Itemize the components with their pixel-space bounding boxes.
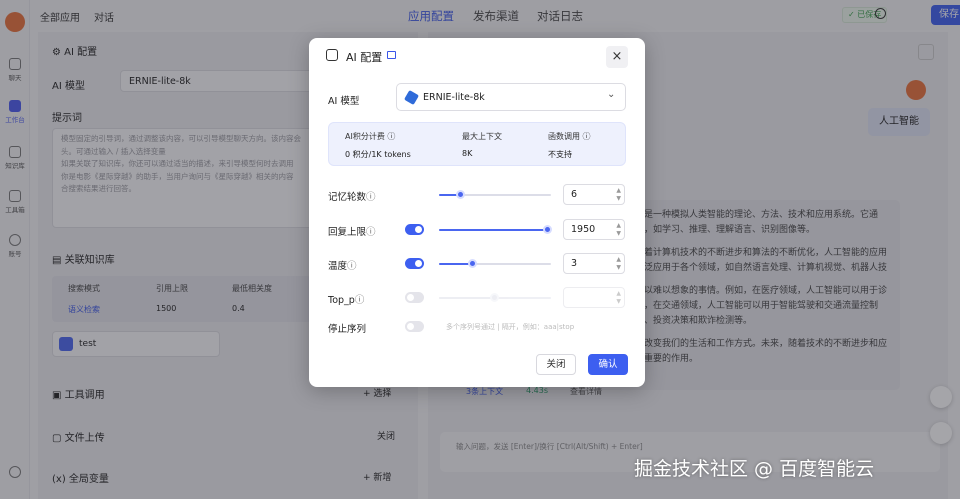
stop-seq-toggle[interactable] bbox=[405, 321, 424, 332]
param-label: 记忆轮数ⓘ bbox=[328, 189, 376, 203]
slider-fill bbox=[439, 229, 548, 231]
param-toggle[interactable] bbox=[405, 224, 424, 235]
info-value: 8K bbox=[462, 149, 473, 158]
chevron-down-icon: ⌄ bbox=[607, 89, 616, 100]
slider-thumb[interactable] bbox=[490, 293, 499, 302]
help-icon[interactable]: ⓘ bbox=[355, 295, 365, 306]
param-value: 1950 bbox=[571, 224, 596, 235]
book-icon[interactable] bbox=[387, 51, 396, 59]
close-icon[interactable]: × bbox=[606, 46, 628, 68]
param-number-input[interactable]: 1950 ▲ ▼ bbox=[563, 219, 625, 240]
modal-model-value: ERNIE-lite-8k bbox=[423, 92, 485, 103]
help-icon[interactable]: ⓘ bbox=[366, 192, 376, 203]
info-header: 函数调用 ⓘ bbox=[548, 131, 591, 142]
help-icon[interactable]: ⓘ bbox=[583, 132, 591, 141]
param-value: 6 bbox=[571, 189, 578, 200]
ai-config-modal: AI 配置 × AI 模型 ERNIE-lite-8k ⌄ AI积分计费 ⓘ 最… bbox=[309, 38, 645, 387]
stepper-icon[interactable]: ▲ ▼ bbox=[616, 222, 621, 238]
param-label-text: 记忆轮数 bbox=[328, 192, 367, 203]
help-icon[interactable]: ⓘ bbox=[366, 227, 376, 238]
param-label-text: 温度 bbox=[328, 261, 348, 272]
param-number-input[interactable]: ▲ ▼ bbox=[563, 287, 625, 308]
param-number-input[interactable]: 3 ▲ ▼ bbox=[563, 253, 625, 274]
stepper-icon[interactable]: ▲ ▼ bbox=[616, 256, 621, 272]
info-header-text: 函数调用 bbox=[548, 132, 580, 141]
param-label: Top_pⓘ bbox=[328, 292, 364, 306]
modal-model-label: AI 模型 bbox=[328, 96, 360, 107]
param-label: 温度ⓘ bbox=[328, 258, 357, 272]
confirm-button[interactable]: 确认 bbox=[588, 354, 628, 375]
cancel-button[interactable]: 关闭 bbox=[536, 354, 576, 375]
robot-icon bbox=[326, 49, 338, 61]
info-value: 不支持 bbox=[548, 150, 572, 159]
watermark: 掘金技术社区 @ 百度智能云 bbox=[634, 458, 875, 480]
info-value: 0 积分/1K tokens bbox=[345, 150, 411, 159]
param-slider[interactable] bbox=[439, 190, 551, 199]
param-slider[interactable] bbox=[439, 293, 551, 302]
modal-title: AI 配置 bbox=[346, 51, 383, 64]
param-toggle[interactable] bbox=[405, 258, 424, 269]
help-icon[interactable]: ⓘ bbox=[387, 132, 395, 141]
help-icon[interactable]: ⓘ bbox=[347, 261, 357, 272]
param-number-input[interactable]: 6 ▲ ▼ bbox=[563, 184, 625, 205]
stepper-icon[interactable]: ▲ ▼ bbox=[616, 290, 621, 306]
param-value: 3 bbox=[571, 258, 578, 269]
slider-thumb[interactable] bbox=[467, 259, 477, 268]
param-label-text: Top_p bbox=[328, 295, 355, 306]
model-info-card: AI积分计费 ⓘ 最大上下文 函数调用 ⓘ 0 积分/1K tokens 8K … bbox=[328, 122, 626, 166]
param-label-text: 回复上限 bbox=[328, 227, 367, 238]
param-toggle[interactable] bbox=[405, 292, 424, 303]
model-logo-icon bbox=[403, 89, 420, 106]
stepper-icon[interactable]: ▲ ▼ bbox=[616, 187, 621, 203]
info-header-text: AI积分计费 bbox=[345, 132, 385, 141]
param-slider[interactable] bbox=[439, 225, 552, 234]
stop-seq-label: 停止序列 bbox=[328, 324, 367, 335]
info-header: AI积分计费 ⓘ bbox=[345, 131, 395, 142]
slider-thumb[interactable] bbox=[456, 190, 466, 199]
param-label: 回复上限ⓘ bbox=[328, 224, 376, 238]
info-header: 最大上下文 bbox=[462, 132, 502, 141]
param-slider[interactable] bbox=[439, 259, 551, 268]
stop-seq-input[interactable]: 多个序列号通过 | 隔开，例如：aaa|stop bbox=[446, 322, 574, 332]
slider-thumb[interactable] bbox=[542, 225, 552, 234]
modal-model-select[interactable]: ERNIE-lite-8k ⌄ bbox=[396, 83, 626, 111]
slider-fill bbox=[439, 297, 495, 299]
